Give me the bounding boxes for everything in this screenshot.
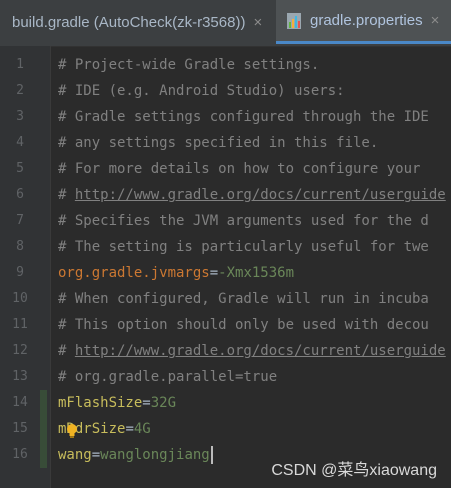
comment-text: # This option should only be used with d… [58,317,429,333]
comment-text: # any settings specified in this file. [58,135,379,151]
code-line[interactable]: 12 # http://www.gradle.org/docs/current/u… [0,338,451,364]
code-line[interactable]: 4 # any settings specified in this file. [0,130,451,156]
property-separator: = [125,421,134,437]
comment-text: # The setting is particularly useful for… [58,239,429,255]
comment-text: # When configured, Gradle will run in in… [58,291,429,307]
doc-link[interactable]: http://www.gradle.org/docs/current/userg… [75,187,446,203]
code-text: # Gradle settings configured through the… [58,104,429,130]
code-line[interactable]: 7 # Specifies the JVM arguments used for … [0,208,451,234]
property-value: wanglongjiang [100,447,210,463]
property-separator: = [209,265,219,281]
line-number: 3 [16,109,24,124]
property-separator: = [142,395,151,411]
comment-text: # IDE (e.g. Android Studio) users: [58,83,345,99]
editor-tab-bar: build.gradle (AutoCheck(zk-r3568)) × gra… [0,0,451,47]
property-separator: = [91,447,101,463]
code-line[interactable]: 3 # Gradle settings configured through th… [0,104,451,130]
code-text: # This option should only be used with d… [58,312,429,338]
property-value: -Xmx1536m [218,265,295,281]
properties-file-icon [286,12,304,30]
tab-build-gradle[interactable]: build.gradle (AutoCheck(zk-r3568)) × [0,0,272,44]
line-number: 13 [12,369,28,384]
code-text: # The setting is particularly useful for… [58,234,429,260]
code-text: # http://www.gradle.org/docs/current/use… [58,182,446,208]
code-line[interactable]: 9 org.gradle.jvmargs=-Xmx1536m [0,260,451,286]
property-key: wang [58,447,92,463]
property-key: org.gradle.jvmargs [58,265,210,281]
code-line[interactable]: 8 # The setting is particularly useful fo… [0,234,451,260]
comment-text: # org.gradle.parallel=true [58,369,278,385]
property-key: mFlashSize [58,395,143,411]
code-line[interactable]: 13 # org.gradle.parallel=true [0,364,451,390]
close-tab-icon[interactable]: × [431,12,440,29]
line-number: 7 [16,213,24,228]
line-number: 1 [16,57,24,72]
line-number: 15 [12,421,28,436]
line-number: 4 [16,135,24,150]
line-number: 2 [16,83,24,98]
code-line[interactable]: 5 # For more details on how to configure … [0,156,451,182]
code-text: # IDE (e.g. Android Studio) users: [58,78,345,104]
tab-label: gradle.properties [310,12,423,29]
lightbulb-icon[interactable] [66,423,78,438]
doc-link[interactable]: http://www.gradle.org/docs/current/userg… [75,343,446,359]
comment-prefix: # [58,187,75,203]
code-line[interactable]: 11 # This option should only be used with… [0,312,451,338]
line-number: 10 [12,291,28,306]
property-value: 4G [133,421,151,437]
code-line[interactable]: 2 # IDE (e.g. Android Studio) users: [0,78,451,104]
line-number: 11 [12,317,28,332]
close-tab-icon[interactable]: × [253,14,262,31]
comment-text: # Project-wide Gradle settings. [58,57,320,73]
code-text: # http://www.gradle.org/docs/current/use… [58,338,446,364]
line-number: 5 [16,161,24,176]
code-line[interactable]: 14 mFlashSize=32G [0,390,451,416]
code-text: # org.gradle.parallel=true [58,364,277,390]
watermark: CSDN @菜鸟xiaowang [271,462,437,479]
line-number: 6 [16,187,24,202]
code-text: # For more details on how to configure y… [58,156,420,182]
text-caret [210,446,213,464]
code-text: # any settings specified in this file. [58,130,378,156]
comment-text: # Specifies the JVM arguments used for t… [58,213,429,229]
tab-gradle-properties[interactable]: gradle.properties × [276,0,451,44]
code-text: mFlashSize=32G [58,390,176,416]
property-value: 32G [150,395,177,411]
comment-text: # Gradle settings configured through the… [58,109,429,125]
code-line[interactable]: 6 # http://www.gradle.org/docs/current/us… [0,182,451,208]
code-text: # Specifies the JVM arguments used for t… [58,208,429,234]
code-line[interactable]: 10 # When configured, Gradle will run in … [0,286,451,312]
code-text: # When configured, Gradle will run in in… [58,286,429,312]
line-number: 12 [12,343,28,358]
line-number: 14 [12,395,28,410]
code-text: wang=wanglongjiang [58,442,213,468]
line-number: 9 [16,265,24,280]
code-text: org.gradle.jvmargs=-Xmx1536m [58,260,294,286]
comment-prefix: # [58,343,75,359]
code-line[interactable]: 1 # Project-wide Gradle settings. [0,52,451,78]
tab-label: build.gradle (AutoCheck(zk-r3568)) [12,13,246,31]
line-number: 8 [16,239,24,254]
code-text: # Project-wide Gradle settings. [58,52,319,78]
comment-text: # For more details on how to configure y… [58,161,421,177]
line-number: 16 [12,447,28,462]
